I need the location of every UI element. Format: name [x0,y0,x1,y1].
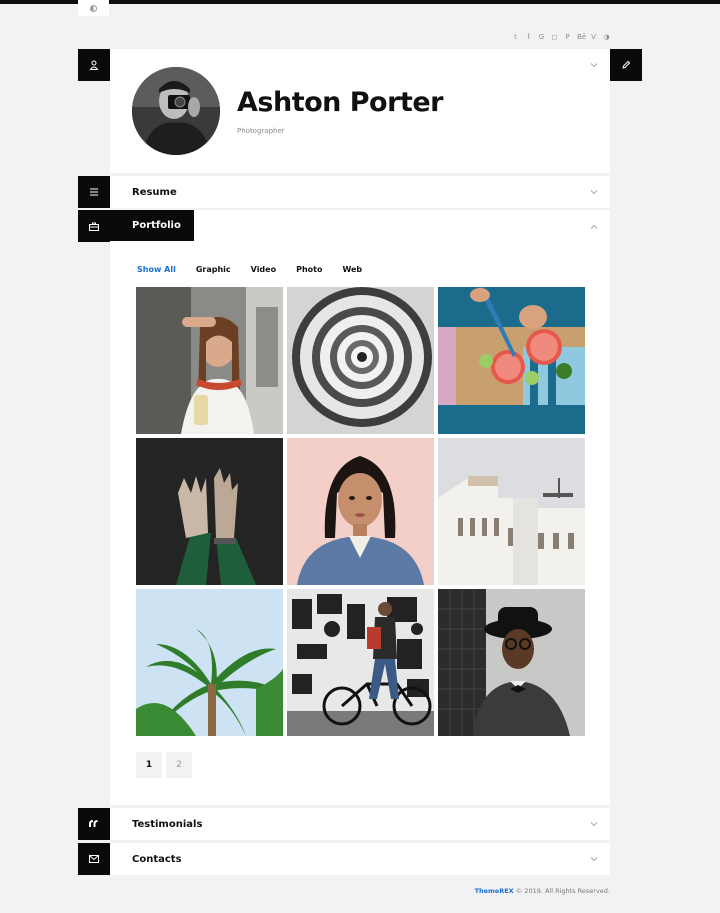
filter-photo[interactable]: Photo [296,265,322,274]
profile-card: Ashton Porter Photographer [110,49,610,173]
resume-section[interactable]: Resume [110,176,610,208]
pinterest-icon[interactable]: P [564,33,571,41]
filter-show-all[interactable]: Show All [137,265,176,274]
quote-icon [89,820,98,827]
theme-toggle-button[interactable] [78,0,109,16]
testimonials-title: Testimonials [132,819,203,830]
portfolio-item-man-bicycle[interactable] [287,589,434,736]
testimonials-tab-button[interactable] [78,808,110,840]
portfolio-item-man-hat[interactable] [438,589,585,736]
chevron-down-icon[interactable] [590,61,598,69]
page-button-1[interactable]: 1 [136,752,162,778]
instagram-icon[interactable]: ◻ [551,33,558,41]
resume-title: Resume [132,187,177,198]
portfolio-item-grapefruit[interactable] [438,287,585,434]
contacts-tab-button[interactable] [78,843,110,875]
filter-web[interactable]: Web [342,265,362,274]
behance-icon[interactable]: Bē [577,33,586,41]
dribbble-icon[interactable]: ◑ [603,33,610,41]
filter-graphic[interactable]: Graphic [196,265,231,274]
resume-tab-button[interactable] [78,176,110,208]
portfolio-title[interactable]: Portfolio [110,210,194,241]
profile-name: Ashton Porter [237,87,443,118]
portfolio-tab-button[interactable] [78,210,110,242]
portfolio-section: Portfolio Show All Graphic Video Photo W… [110,210,610,805]
contrast-icon [90,4,97,12]
vimeo-icon[interactable]: V [590,33,597,41]
portfolio-item-spiral-staircase[interactable] [287,287,434,434]
contacts-section[interactable]: Contacts [110,843,610,875]
pencil-icon [622,60,631,69]
user-icon [89,60,99,70]
edit-button[interactable] [610,49,642,81]
chevron-down-icon[interactable] [590,188,598,196]
pagination: 1 2 [136,752,192,778]
page-button-2[interactable]: 2 [166,752,192,778]
portfolio-item-white-building[interactable] [438,438,585,585]
footer-copyright: ThemeREX © 2019. All Rights Reserved. [475,887,610,895]
contacts-title: Contacts [132,854,182,865]
google-icon[interactable]: G [538,33,545,41]
envelope-icon [89,855,99,863]
menu-lines-icon [90,188,98,196]
portfolio-filters: Show All Graphic Video Photo Web [137,265,382,274]
filter-video[interactable]: Video [251,265,276,274]
profile-tab-button[interactable] [78,49,110,81]
social-links: t f G ◻ P Bē V ◑ [512,33,610,41]
portfolio-item-palm-tree[interactable] [136,589,283,736]
avatar [132,67,220,155]
chevron-up-icon[interactable] [590,223,598,231]
portfolio-item-hands[interactable] [136,438,283,585]
briefcase-icon [89,222,99,231]
facebook-icon[interactable]: f [525,33,532,41]
profile-role: Photographer [237,127,285,135]
footer-text: © 2019. All Rights Reserved. [513,887,610,895]
portfolio-item-woman-denim[interactable] [287,438,434,585]
twitter-icon[interactable]: t [512,33,519,41]
portfolio-grid [136,287,585,736]
chevron-down-icon[interactable] [590,855,598,863]
testimonials-section[interactable]: Testimonials [110,808,610,840]
footer-brand-link[interactable]: ThemeREX [475,887,514,895]
chevron-down-icon[interactable] [590,820,598,828]
portfolio-item-woman-braids[interactable] [136,287,283,434]
